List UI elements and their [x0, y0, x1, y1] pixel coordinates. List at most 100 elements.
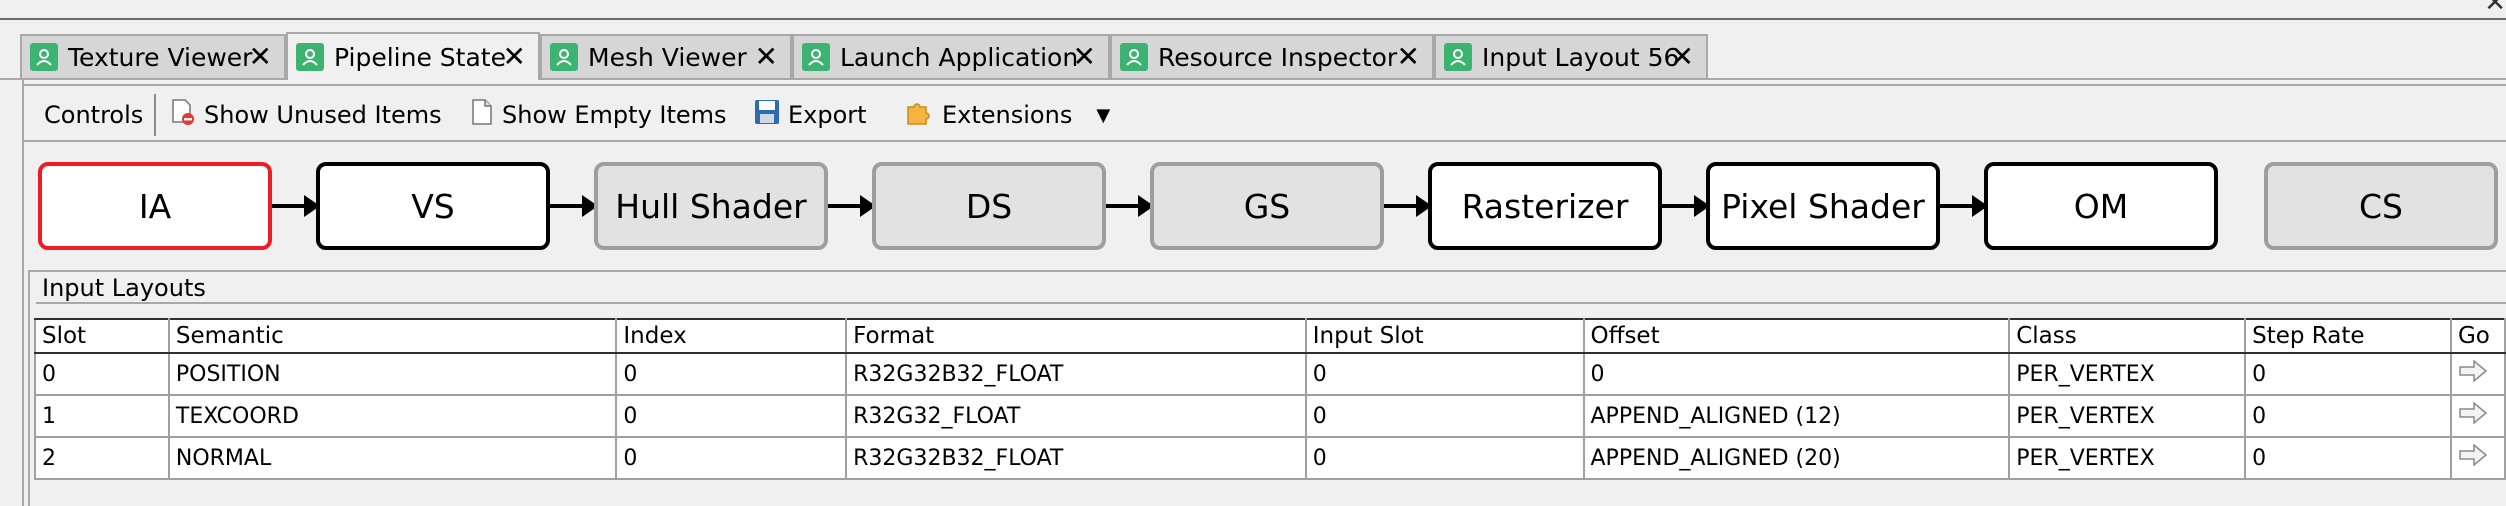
tab-label: Texture Viewer [68, 42, 253, 72]
stage-rasterizer[interactable]: Rasterizer [1428, 162, 1662, 250]
stage-label: DS [965, 186, 1013, 226]
window-top-border [0, 18, 2506, 20]
tab-close-icon[interactable]: ✕ [1397, 43, 1420, 71]
cell-semantic: POSITION [167, 352, 618, 396]
table-row[interactable]: 2 NORMAL 0 R32G32B32_FLOAT 0 APPEND_ALIG… [34, 436, 2506, 480]
column-header[interactable]: Go [2449, 318, 2506, 354]
tab-pipeline-state[interactable]: Pipeline State ✕ [286, 32, 540, 80]
puzzle-icon [904, 97, 934, 133]
cell-slot: 2 [34, 436, 170, 480]
flow-arrow [1384, 195, 1432, 217]
column-header[interactable]: Index [615, 318, 848, 354]
go-arrow-icon[interactable] [2449, 436, 2506, 480]
chevron-down-icon[interactable]: ▼ [1096, 105, 1110, 126]
tab-texture-viewer[interactable]: Texture Viewer ✕ [20, 34, 286, 78]
input-layouts-table: Slot Semantic Index Format Input Slot Of… [34, 318, 2506, 480]
stage-gs[interactable]: GS [1150, 162, 1384, 250]
stage-label: GS [1243, 186, 1291, 226]
cell-slot: 1 [34, 394, 170, 438]
stage-ia[interactable]: IA [38, 162, 272, 250]
cell-format: R32G32B32_FLOAT [845, 352, 1307, 396]
tab-resource-inspector[interactable]: Resource Inspector ✕ [1110, 34, 1434, 78]
column-header[interactable]: Semantic [167, 318, 618, 354]
window-icon [802, 43, 830, 71]
tab-launch-application[interactable]: Launch Application ✕ [792, 34, 1110, 78]
tab-mesh-viewer[interactable]: Mesh Viewer ✕ [540, 34, 792, 78]
go-arrow-icon[interactable] [2449, 352, 2506, 396]
cell-class: PER_VERTEX [2008, 352, 2247, 396]
show-unused-items-button[interactable]: Show Unused Items [170, 99, 442, 130]
table-header-row: Slot Semantic Index Format Input Slot Of… [34, 318, 2506, 354]
extensions-button[interactable]: Extensions ▼ [904, 100, 1110, 130]
window-icon [1120, 43, 1148, 71]
stage-vs[interactable]: VS [316, 162, 550, 250]
export-label: Export [788, 101, 867, 129]
controls-label: Controls [44, 101, 144, 129]
stage-label: OM [2073, 186, 2129, 226]
toolbar-separator [154, 94, 156, 136]
cell-index: 0 [615, 352, 848, 396]
show-empty-items-button[interactable]: Show Empty Items [470, 98, 727, 132]
table-row[interactable]: 0 POSITION 0 R32G32B32_FLOAT 0 0 PER_VER… [34, 352, 2506, 396]
flow-arrow [828, 195, 876, 217]
stage-label: VS [411, 186, 455, 226]
column-header[interactable]: Class [2008, 318, 2247, 354]
cell-format: R32G32B32_FLOAT [845, 436, 1307, 480]
stage-om[interactable]: OM [1984, 162, 2218, 250]
cell-semantic: NORMAL [167, 436, 618, 480]
cell-index: 0 [615, 394, 848, 438]
column-header[interactable]: Offset [1582, 318, 2011, 354]
window-icon [296, 43, 324, 71]
table-row[interactable]: 1 TEXCOORD 0 R32G32_FLOAT 0 APPEND_ALIGN… [34, 394, 2506, 438]
extensions-label: Extensions [942, 101, 1073, 129]
tab-close-icon[interactable]: ✕ [503, 43, 526, 71]
page-white-icon [470, 98, 494, 132]
input-layouts-title: Input Layouts [42, 274, 206, 302]
stage-label: CS [2359, 186, 2403, 226]
flow-arrow [272, 195, 320, 217]
stage-pixel-shader[interactable]: Pixel Shader [1706, 162, 1940, 250]
cell-step-rate: 0 [2244, 352, 2452, 396]
column-header[interactable]: Input Slot [1304, 318, 1585, 354]
tab-close-icon[interactable]: ✕ [1073, 43, 1096, 71]
flow-arrow [550, 195, 598, 217]
stage-cs[interactable]: CS [2264, 162, 2498, 250]
export-button[interactable]: Export [754, 100, 867, 130]
cell-step-rate: 0 [2244, 436, 2452, 480]
window-icon [550, 43, 578, 71]
cell-semantic: TEXCOORD [167, 394, 618, 438]
stage-ds[interactable]: DS [872, 162, 1106, 250]
stage-label: Hull Shader [615, 186, 807, 226]
column-header[interactable]: Format [845, 318, 1307, 354]
cell-offset: APPEND_ALIGNED (20) [1582, 436, 2011, 480]
cell-class: PER_VERTEX [2008, 394, 2247, 438]
tab-close-icon[interactable]: ✕ [249, 43, 272, 71]
column-header[interactable]: Slot [34, 318, 170, 354]
tab-label: Input Layout 56 [1482, 42, 1680, 72]
cell-input-slot: 0 [1304, 436, 1585, 480]
flow-arrow [1662, 195, 1710, 217]
tab-label: Mesh Viewer [588, 42, 747, 72]
stage-hull-shader[interactable]: Hull Shader [594, 162, 828, 250]
cell-input-slot: 0 [1304, 352, 1585, 396]
window-icon [1444, 43, 1472, 71]
stage-label: IA [138, 186, 172, 226]
tab-label: Launch Application [840, 42, 1079, 72]
tab-label: Pipeline State [334, 42, 506, 72]
show-unused-items-label: Show Unused Items [204, 101, 442, 129]
show-empty-items-label: Show Empty Items [502, 101, 727, 129]
tab-input-layout[interactable]: Input Layout 56 ✕ [1434, 34, 1708, 78]
flow-arrow [1106, 195, 1154, 217]
stage-label: Rasterizer [1461, 186, 1629, 226]
column-header[interactable]: Step Rate [2244, 318, 2452, 354]
stage-label: Pixel Shader [1721, 186, 1925, 226]
tab-close-icon[interactable]: ✕ [1671, 43, 1694, 71]
cell-input-slot: 0 [1304, 394, 1585, 438]
tab-close-icon[interactable]: ✕ [755, 43, 778, 71]
cell-step-rate: 0 [2244, 394, 2452, 438]
cell-index: 0 [615, 436, 848, 480]
save-disk-icon [754, 99, 780, 131]
cell-slot: 0 [34, 352, 170, 396]
window-close-icon[interactable]: ✕ [2484, 0, 2506, 18]
go-arrow-icon[interactable] [2449, 394, 2506, 438]
